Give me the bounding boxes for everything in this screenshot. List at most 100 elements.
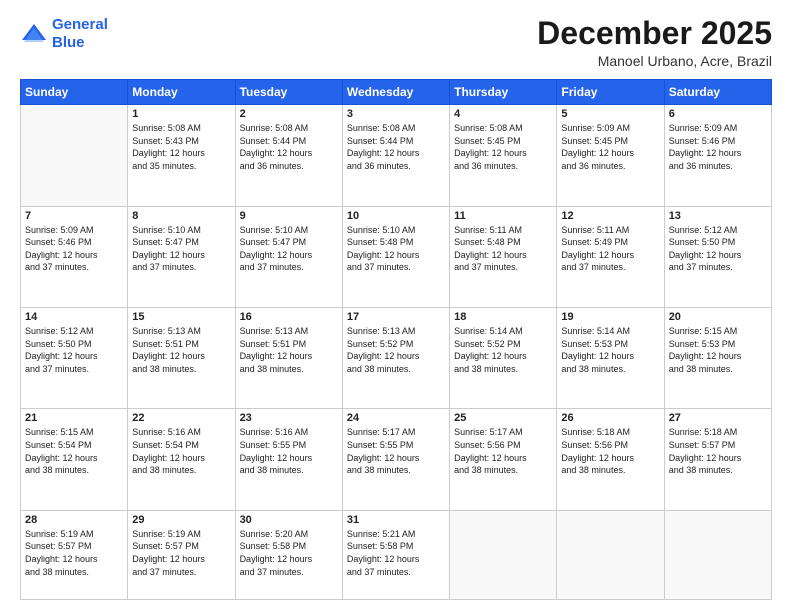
table-cell xyxy=(664,510,771,599)
day-number: 8 xyxy=(132,210,230,222)
table-cell: 5Sunrise: 5:09 AM Sunset: 5:45 PM Daylig… xyxy=(557,105,664,206)
day-info: Sunrise: 5:12 AM Sunset: 5:50 PM Dayligh… xyxy=(25,325,123,375)
day-info: Sunrise: 5:18 AM Sunset: 5:57 PM Dayligh… xyxy=(669,426,767,476)
day-info: Sunrise: 5:15 AM Sunset: 5:53 PM Dayligh… xyxy=(669,325,767,375)
day-number: 28 xyxy=(25,514,123,526)
table-cell: 3 Sunrise: 5:08 AM Sunset: 5:44 PM Daylig… xyxy=(342,105,449,206)
table-cell: 25 Sunrise: 5:17 AM Sunset: 5:56 PM Dayli… xyxy=(450,409,557,510)
table-cell: 18 Sunrise: 5:14 AM Sunset: 5:52 PM Dayli… xyxy=(450,308,557,409)
table-cell: 31 Sunrise: 5:21 AM Sunset: 5:58 PM Dayli… xyxy=(342,510,449,599)
day-info: Sunrise: 5:13 AM Sunset: 5:52 PM Dayligh… xyxy=(347,325,445,375)
table-cell: 20Sunrise: 5:15 AM Sunset: 5:53 PM Dayli… xyxy=(664,308,771,409)
day-number: 7 xyxy=(25,210,123,222)
table-cell: 12 Sunrise: 5:11 AM Sunset: 5:49 PM Dayli… xyxy=(557,206,664,307)
day-info: Sunrise: 5:10 AM Sunset: 5:47 PM Dayligh… xyxy=(240,224,338,274)
day-number: 25 xyxy=(454,412,552,424)
table-cell: 11 Sunrise: 5:11 AM Sunset: 5:48 PM Dayli… xyxy=(450,206,557,307)
day-number: 3 xyxy=(347,108,445,120)
table-cell: 24 Sunrise: 5:17 AM Sunset: 5:55 PM Dayli… xyxy=(342,409,449,510)
day-number: 13 xyxy=(669,210,767,222)
col-friday: Friday xyxy=(557,80,664,105)
table-cell: 9 Sunrise: 5:10 AM Sunset: 5:47 PM Daylig… xyxy=(235,206,342,307)
day-info: Sunrise: 5:14 AM Sunset: 5:52 PM Dayligh… xyxy=(454,325,552,375)
col-monday: Monday xyxy=(128,80,235,105)
day-number: 10 xyxy=(347,210,445,222)
day-info: Sunrise: 5:21 AM Sunset: 5:58 PM Dayligh… xyxy=(347,528,445,578)
table-cell: 16 Sunrise: 5:13 AM Sunset: 5:51 PM Dayli… xyxy=(235,308,342,409)
day-number: 21 xyxy=(25,412,123,424)
day-info: Sunrise: 5:11 AM Sunset: 5:48 PM Dayligh… xyxy=(454,224,552,274)
table-cell: 19 Sunrise: 5:14 AM Sunset: 5:53 PM Dayli… xyxy=(557,308,664,409)
day-info: Sunrise: 5:13 AM Sunset: 5:51 PM Dayligh… xyxy=(240,325,338,375)
day-number: 18 xyxy=(454,311,552,323)
day-info: Sunrise: 5:16 AM Sunset: 5:55 PM Dayligh… xyxy=(240,426,338,476)
day-info: Sunrise: 5:10 AM Sunset: 5:48 PM Dayligh… xyxy=(347,224,445,274)
page: General Blue December 2025 Manoel Urbano… xyxy=(0,0,792,612)
calendar-table: Sunday Monday Tuesday Wednesday Thursday… xyxy=(20,79,772,600)
col-wednesday: Wednesday xyxy=(342,80,449,105)
table-cell: 30Sunrise: 5:20 AM Sunset: 5:58 PM Dayli… xyxy=(235,510,342,599)
day-info: Sunrise: 5:14 AM Sunset: 5:53 PM Dayligh… xyxy=(561,325,659,375)
table-cell: 28 Sunrise: 5:19 AM Sunset: 5:57 PM Dayli… xyxy=(21,510,128,599)
day-info: Sunrise: 5:19 AM Sunset: 5:57 PM Dayligh… xyxy=(25,528,123,578)
day-number: 15 xyxy=(132,311,230,323)
day-number: 23 xyxy=(240,412,338,424)
day-number: 11 xyxy=(454,210,552,222)
day-number: 26 xyxy=(561,412,659,424)
table-cell: 17Sunrise: 5:13 AM Sunset: 5:52 PM Dayli… xyxy=(342,308,449,409)
table-cell xyxy=(557,510,664,599)
day-info: Sunrise: 5:08 AM Sunset: 5:43 PM Dayligh… xyxy=(132,122,230,172)
table-cell: 22Sunrise: 5:16 AM Sunset: 5:54 PM Dayli… xyxy=(128,409,235,510)
day-info: Sunrise: 5:10 AM Sunset: 5:47 PM Dayligh… xyxy=(132,224,230,274)
day-info: Sunrise: 5:08 AM Sunset: 5:45 PM Dayligh… xyxy=(454,122,552,172)
day-number: 4 xyxy=(454,108,552,120)
day-info: Sunrise: 5:09 AM Sunset: 5:46 PM Dayligh… xyxy=(669,122,767,172)
calendar-header-row: Sunday Monday Tuesday Wednesday Thursday… xyxy=(21,80,772,105)
table-cell: 2 Sunrise: 5:08 AM Sunset: 5:44 PM Daylig… xyxy=(235,105,342,206)
logo-text: General Blue xyxy=(52,16,108,52)
day-number: 16 xyxy=(240,311,338,323)
title-block: December 2025 Manoel Urbano, Acre, Brazi… xyxy=(537,16,772,69)
logo-icon xyxy=(20,20,48,48)
day-info: Sunrise: 5:08 AM Sunset: 5:44 PM Dayligh… xyxy=(240,122,338,172)
day-info: Sunrise: 5:08 AM Sunset: 5:44 PM Dayligh… xyxy=(347,122,445,172)
day-info: Sunrise: 5:09 AM Sunset: 5:45 PM Dayligh… xyxy=(561,122,659,172)
table-cell: 13 Sunrise: 5:12 AM Sunset: 5:50 PM Dayli… xyxy=(664,206,771,307)
day-number: 19 xyxy=(561,311,659,323)
day-number: 31 xyxy=(347,514,445,526)
table-cell: 6Sunrise: 5:09 AM Sunset: 5:46 PM Daylig… xyxy=(664,105,771,206)
day-number: 2 xyxy=(240,108,338,120)
table-cell: 26 Sunrise: 5:18 AM Sunset: 5:56 PM Dayli… xyxy=(557,409,664,510)
table-cell: 4 Sunrise: 5:08 AM Sunset: 5:45 PM Daylig… xyxy=(450,105,557,206)
day-info: Sunrise: 5:17 AM Sunset: 5:55 PM Dayligh… xyxy=(347,426,445,476)
table-cell: 23 Sunrise: 5:16 AM Sunset: 5:55 PM Dayli… xyxy=(235,409,342,510)
day-number: 9 xyxy=(240,210,338,222)
day-number: 30 xyxy=(240,514,338,526)
table-cell: 21Sunrise: 5:15 AM Sunset: 5:54 PM Dayli… xyxy=(21,409,128,510)
table-cell: 8 Sunrise: 5:10 AM Sunset: 5:47 PM Daylig… xyxy=(128,206,235,307)
day-info: Sunrise: 5:11 AM Sunset: 5:49 PM Dayligh… xyxy=(561,224,659,274)
subtitle: Manoel Urbano, Acre, Brazil xyxy=(537,53,772,69)
logo: General Blue xyxy=(20,16,108,52)
day-info: Sunrise: 5:12 AM Sunset: 5:50 PM Dayligh… xyxy=(669,224,767,274)
day-info: Sunrise: 5:19 AM Sunset: 5:57 PM Dayligh… xyxy=(132,528,230,578)
table-cell xyxy=(21,105,128,206)
day-number: 24 xyxy=(347,412,445,424)
col-sunday: Sunday xyxy=(21,80,128,105)
day-info: Sunrise: 5:09 AM Sunset: 5:46 PM Dayligh… xyxy=(25,224,123,274)
day-info: Sunrise: 5:17 AM Sunset: 5:56 PM Dayligh… xyxy=(454,426,552,476)
table-cell xyxy=(450,510,557,599)
table-cell: 29 Sunrise: 5:19 AM Sunset: 5:57 PM Dayli… xyxy=(128,510,235,599)
header: General Blue December 2025 Manoel Urbano… xyxy=(20,16,772,69)
day-number: 1 xyxy=(132,108,230,120)
table-cell: 7 Sunrise: 5:09 AM Sunset: 5:46 PM Daylig… xyxy=(21,206,128,307)
logo-line2: Blue xyxy=(52,34,85,51)
table-cell: 15Sunrise: 5:13 AM Sunset: 5:51 PM Dayli… xyxy=(128,308,235,409)
day-number: 12 xyxy=(561,210,659,222)
col-thursday: Thursday xyxy=(450,80,557,105)
day-info: Sunrise: 5:18 AM Sunset: 5:56 PM Dayligh… xyxy=(561,426,659,476)
day-info: Sunrise: 5:16 AM Sunset: 5:54 PM Dayligh… xyxy=(132,426,230,476)
day-number: 29 xyxy=(132,514,230,526)
table-cell: 14Sunrise: 5:12 AM Sunset: 5:50 PM Dayli… xyxy=(21,308,128,409)
main-title: December 2025 xyxy=(537,16,772,51)
